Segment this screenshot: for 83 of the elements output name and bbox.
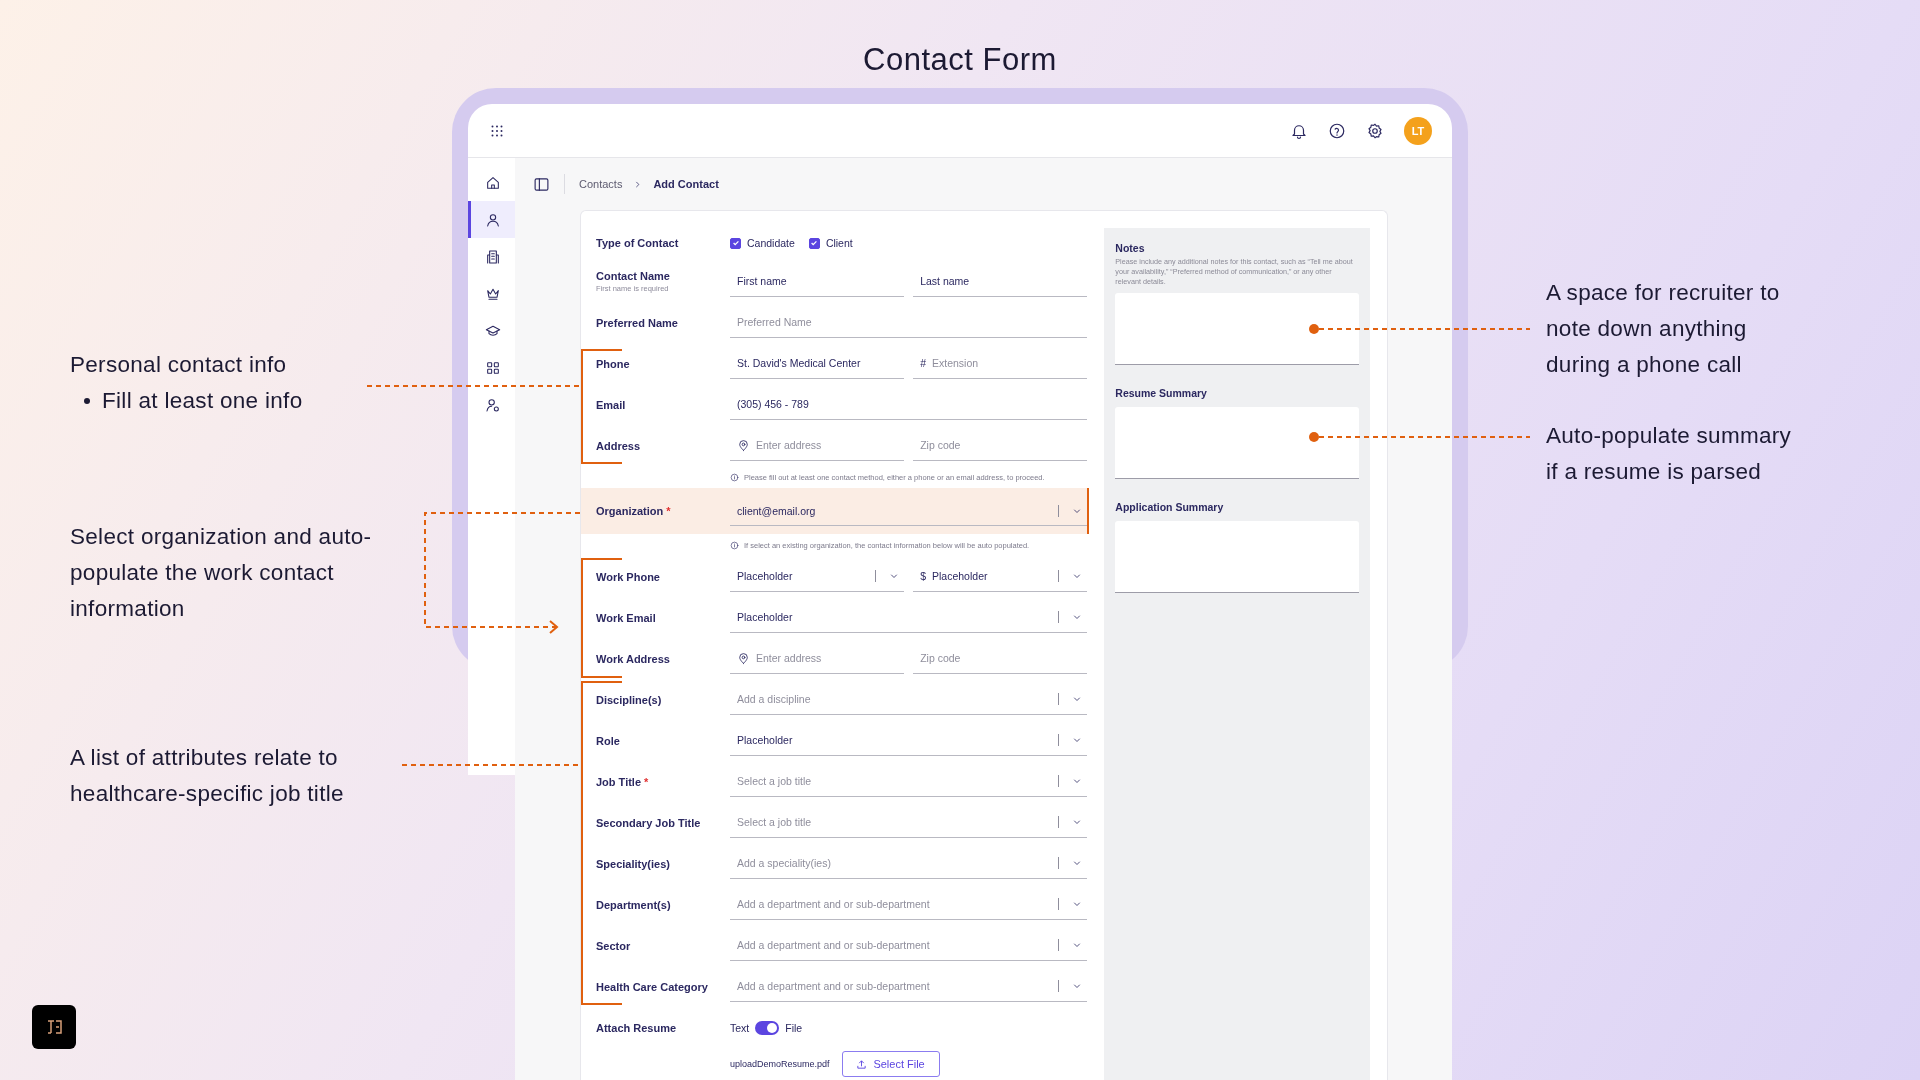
help-icon <box>1328 121 1346 140</box>
field-label: Work Email <box>596 611 657 624</box>
select-field[interactable]: Add a department and or sub-department <box>730 930 1088 961</box>
field-label: Phone <box>596 357 631 370</box>
select-field[interactable]: Placeholder <box>730 602 1088 633</box>
field-label: Speciality(ies) <box>596 857 671 870</box>
checkbox[interactable] <box>730 237 741 249</box>
field-label: Work Address <box>596 652 671 665</box>
panel-title: Application Summary <box>1115 501 1225 513</box>
info-icon <box>730 540 739 550</box>
upload-icon <box>856 1058 868 1070</box>
sidebar-item[interactable] <box>468 201 515 238</box>
field-label: Contact Name <box>596 270 671 282</box>
text-area[interactable] <box>1115 293 1359 365</box>
address-field[interactable]: Enter address <box>730 430 905 461</box>
panel-title: Notes <box>1115 242 1146 254</box>
select-file-button[interactable]: Select File <box>841 1051 940 1077</box>
field-label: Secondary Job Title <box>596 816 702 829</box>
field-label: Attach Resume <box>596 1021 678 1034</box>
select-field[interactable]: Placeholder <box>730 561 905 592</box>
location-pin-icon <box>737 438 750 452</box>
field-label: Job Title * <box>596 775 650 788</box>
annotation-text: A space for recruiter to note down anything during a phone call <box>1546 279 1780 379</box>
checkbox-label: Client <box>825 237 853 249</box>
field-label: Sector <box>596 939 632 952</box>
info-icon <box>730 472 739 482</box>
breadcrumb-current: Add Contact <box>653 178 719 190</box>
annotation-text: Select organization and auto- populate the work contact information <box>70 523 372 623</box>
text-field[interactable]: First name <box>730 266 905 297</box>
field-label: Type of Contact <box>596 237 680 249</box>
select-field[interactable]: Add a discipline <box>730 684 1088 715</box>
field-label: Preferred Name <box>596 316 679 329</box>
text-field[interactable]: Preferred Name <box>730 307 1088 338</box>
annotation-text: Auto-populate summary if a resume is parsed <box>1546 422 1792 486</box>
home-icon <box>485 174 501 191</box>
checkmark-icon <box>810 239 819 247</box>
text-field[interactable]: Last name <box>913 266 1088 297</box>
text-field[interactable]: Zip code <box>913 430 1088 461</box>
panel-title: Resume Summary <box>1115 387 1208 399</box>
text-field[interactable]: (305) 456 - 789 <box>730 389 1088 420</box>
field-label: Department(s) <box>596 898 672 911</box>
toggle-label: Text <box>730 1021 750 1034</box>
breadcrumb-link[interactable]: Contacts <box>579 178 623 190</box>
checkmark-icon <box>731 239 740 247</box>
slide-title: Contact Form <box>863 42 1057 77</box>
select-field[interactable]: Add a speciality(ies) <box>730 848 1088 879</box>
toggle-label: File <box>785 1021 803 1034</box>
field-label: Health Care Category <box>596 980 709 993</box>
checkbox[interactable] <box>808 237 820 249</box>
checkbox-label: Candidate <box>747 237 795 249</box>
text-field[interactable]: Zip code <box>913 643 1088 674</box>
field-label: Email <box>596 398 627 411</box>
grid-icon <box>485 359 501 376</box>
location-pin-icon <box>737 651 750 665</box>
select-field[interactable]: client@email.org <box>730 496 1088 526</box>
field-label: Discipline(s) <box>596 693 663 706</box>
logo-icon <box>32 1005 76 1049</box>
toggle-switch[interactable] <box>755 1020 780 1035</box>
file-name: uploadDemoResume.pdf <box>730 1059 830 1069</box>
field-label: Role <box>596 734 621 747</box>
text-area[interactable] <box>1115 407 1359 479</box>
field-label: Organization * <box>596 505 672 517</box>
settings-icon <box>1366 121 1384 140</box>
address-field[interactable]: Enter address <box>730 643 905 674</box>
select-field[interactable]: Select a job title <box>730 807 1088 838</box>
field-label: Address <box>596 439 642 452</box>
annotation-text: Personal contact info <box>70 351 288 379</box>
select-field[interactable]: Placeholder <box>730 725 1088 756</box>
person-icon <box>485 211 501 228</box>
annotation-text: Fill at least one info <box>102 387 303 415</box>
annotation-text: A list of attributes relate to healthcare-specific job title <box>70 744 344 808</box>
select-field[interactable]: Select a job title <box>730 766 1088 797</box>
text-field[interactable]: # Extension <box>913 348 1088 379</box>
select-field[interactable]: Add a department and or sub-department <box>730 971 1088 1002</box>
user-avatar[interactable]: LT <box>1404 116 1432 145</box>
select-field[interactable]: Add a department and or sub-department <box>730 889 1088 920</box>
bullet-icon <box>84 398 90 404</box>
sidebar-toggle-icon <box>533 175 550 193</box>
text-field[interactable]: St. David's Medical Center <box>730 348 905 379</box>
building-icon <box>485 248 501 265</box>
select-field[interactable]: $ Placeholder <box>913 561 1088 592</box>
person-gear-icon <box>485 396 501 413</box>
field-label: Work Phone <box>596 570 661 583</box>
